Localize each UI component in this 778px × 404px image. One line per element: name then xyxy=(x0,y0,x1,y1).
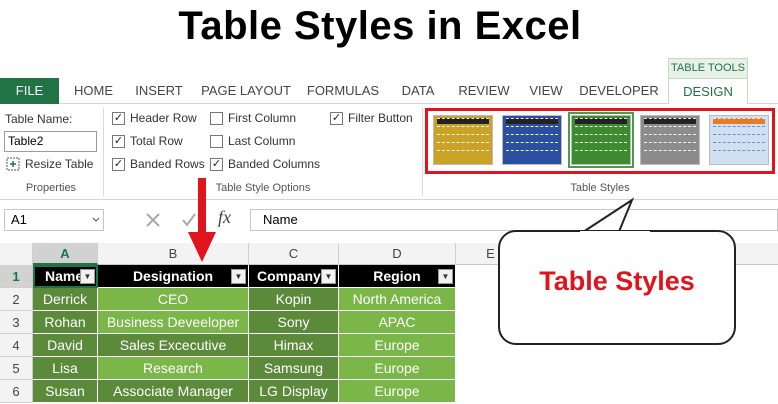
row-header-1[interactable]: 1 xyxy=(0,265,33,288)
table-cell[interactable]: Europe xyxy=(339,357,456,380)
banded-columns-checkbox[interactable]: ✓ Banded Columns xyxy=(210,157,320,171)
table-cell[interactable]: CEO xyxy=(98,288,249,311)
table-cell[interactable]: Sales Excecutive xyxy=(98,334,249,357)
table-styles-group-label: Table Styles xyxy=(570,182,630,194)
header-row-label: Header Row xyxy=(130,111,197,125)
group-divider xyxy=(422,108,423,196)
header-cell-name[interactable]: Name ▼ xyxy=(33,265,98,288)
first-column-checkbox[interactable]: First Column xyxy=(210,111,296,125)
resize-table-button[interactable]: Resize Table xyxy=(6,157,93,171)
banded-rows-label: Banded Rows xyxy=(130,157,205,171)
row-header-2[interactable]: 2 xyxy=(0,288,33,311)
tab-formulas[interactable]: FORMULAS xyxy=(302,78,384,104)
header-cell-text: Company xyxy=(257,268,321,284)
chevron-down-icon[interactable] xyxy=(92,216,100,224)
table-cell[interactable]: Himax xyxy=(249,334,339,357)
red-arrow-icon xyxy=(188,178,216,262)
empty-checkbox-box xyxy=(210,111,223,125)
filter-dropdown-icon[interactable]: ▼ xyxy=(80,269,95,284)
checkmark-icon: ✓ xyxy=(112,157,125,171)
tab-design[interactable]: DESIGN xyxy=(668,78,748,105)
row-header-3[interactable]: 3 xyxy=(0,311,33,334)
table-cell[interactable]: Associate Manager xyxy=(98,380,249,403)
table-style-options-group-label: Table Style Options xyxy=(215,182,311,194)
last-column-checkbox[interactable]: Last Column xyxy=(210,134,295,148)
table-cell[interactable]: Samsung xyxy=(249,357,339,380)
page-title: Table Styles in Excel xyxy=(178,4,582,48)
column-header-c[interactable]: C xyxy=(249,243,339,265)
column-header-b[interactable]: B xyxy=(98,243,249,265)
row-header-5[interactable]: 5 xyxy=(0,357,33,380)
tab-page-layout[interactable]: PAGE LAYOUT xyxy=(198,78,294,104)
table-cell[interactable]: Derrick xyxy=(33,288,98,311)
column-header-a[interactable]: A xyxy=(33,243,98,265)
header-cell-text: Region xyxy=(373,268,421,284)
table-cell[interactable]: David xyxy=(33,334,98,357)
row-header-4[interactable]: 4 xyxy=(0,334,33,357)
tab-developer[interactable]: DEVELOPER xyxy=(576,78,662,104)
header-row-checkbox[interactable]: ✓ Header Row xyxy=(112,111,197,125)
table-cell[interactable]: Kopin xyxy=(249,288,339,311)
header-cell-region[interactable]: Region ▼ xyxy=(339,265,456,288)
tab-insert[interactable]: INSERT xyxy=(128,78,190,104)
header-cell-designation[interactable]: Designation ▼ xyxy=(98,265,249,288)
banded-columns-label: Banded Columns xyxy=(228,157,321,171)
table-style-swatch-blue[interactable] xyxy=(502,115,562,165)
tab-home[interactable]: HOME xyxy=(66,78,121,104)
table-style-swatch-orange[interactable] xyxy=(709,115,769,165)
total-row-label: Total Row xyxy=(130,134,183,148)
select-all-corner[interactable] xyxy=(0,243,33,265)
table-name-label: Table Name: xyxy=(5,112,73,126)
checkmark-icon: ✓ xyxy=(112,111,125,125)
table-name-input[interactable]: Table2 xyxy=(4,131,97,152)
table-cell[interactable]: North America xyxy=(339,288,456,311)
header-cell-company[interactable]: Company ▼ xyxy=(249,265,339,288)
properties-group-label: Properties xyxy=(25,182,77,194)
callout-tail-joint xyxy=(580,231,650,235)
table-cell[interactable]: Lisa xyxy=(33,357,98,380)
checkmark-icon: ✓ xyxy=(210,157,223,171)
table-cell[interactable]: Research xyxy=(98,357,249,380)
table-cell[interactable]: APAC xyxy=(339,311,456,334)
table-cell[interactable]: Rohan xyxy=(33,311,98,334)
table-cell[interactable]: Susan xyxy=(33,380,98,403)
total-row-checkbox[interactable]: ✓ Total Row xyxy=(112,134,183,148)
name-box[interactable]: A1 xyxy=(4,209,104,231)
checkmark-icon: ✓ xyxy=(330,111,343,125)
table-style-swatch-green[interactable] xyxy=(568,112,634,168)
filter-dropdown-icon[interactable]: ▼ xyxy=(321,269,336,284)
tab-view[interactable]: VIEW xyxy=(524,78,568,104)
tab-data[interactable]: DATA xyxy=(392,78,444,104)
resize-table-label: Resize Table xyxy=(25,157,94,171)
insert-function-icon[interactable]: fx xyxy=(218,207,231,228)
filter-dropdown-icon[interactable]: ▼ xyxy=(438,269,453,284)
table-cell[interactable]: LG Display xyxy=(249,380,339,403)
table-style-swatch-gold[interactable] xyxy=(433,115,493,165)
header-cell-text: Name xyxy=(45,268,84,284)
column-header-d[interactable]: D xyxy=(339,243,456,265)
filter-dropdown-icon[interactable]: ▼ xyxy=(231,269,246,284)
callout-text: Table Styles xyxy=(539,266,695,296)
cancel-icon[interactable] xyxy=(144,211,162,229)
banded-rows-checkbox[interactable]: ✓ Banded Rows xyxy=(112,157,205,171)
first-column-label: First Column xyxy=(228,111,297,125)
formula-input[interactable]: Name xyxy=(250,209,778,231)
table-cell[interactable]: Sony xyxy=(249,311,339,334)
tab-file[interactable]: FILE xyxy=(0,78,59,104)
resize-table-icon xyxy=(6,157,20,171)
table-tools-label: TABLE TOOLS xyxy=(668,58,748,78)
table-cell[interactable]: Business Deveeloper xyxy=(98,311,249,334)
table-cell[interactable]: Europe xyxy=(339,334,456,357)
last-column-label: Last Column xyxy=(228,134,296,148)
checkmark-icon: ✓ xyxy=(112,134,125,148)
tab-review[interactable]: REVIEW xyxy=(452,78,516,104)
header-cell-text: Designation xyxy=(132,268,214,284)
table-cell[interactable]: Europe xyxy=(339,380,456,403)
table-style-swatch-gray[interactable] xyxy=(640,115,700,165)
filter-button-checkbox[interactable]: ✓ Filter Button xyxy=(330,111,413,125)
empty-checkbox-box xyxy=(210,134,223,148)
row-header-6[interactable]: 6 xyxy=(0,380,33,403)
filter-button-label: Filter Button xyxy=(348,111,413,125)
